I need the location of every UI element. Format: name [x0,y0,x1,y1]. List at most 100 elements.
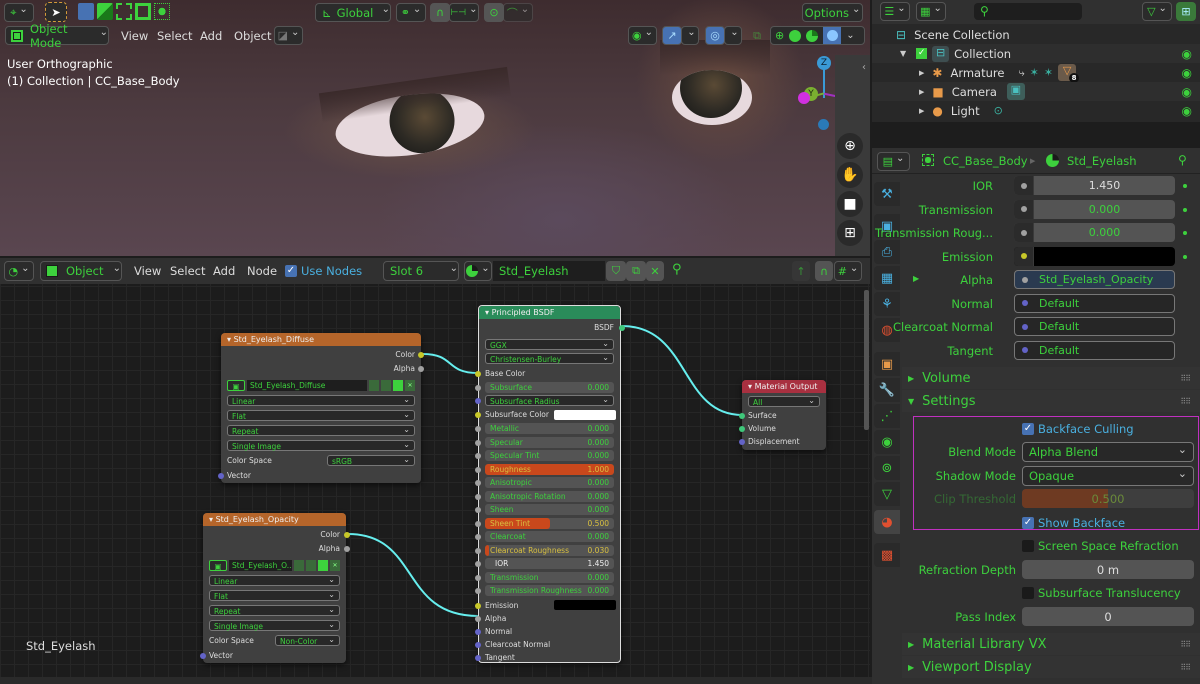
node-snap-dropdown[interactable]: # [834,261,862,281]
socket-specular-in[interactable] [475,439,481,446]
gizmo-neg-z-axis[interactable] [818,119,829,130]
drag-handle-icon[interactable]: ⠿⠿ [1180,640,1191,649]
overlay-dropdown[interactable] [724,26,742,45]
bsdf-field-ior[interactable]: IOR 1.450 [485,558,614,569]
sidebar-expand-arrow[interactable]: ‹ [862,62,866,73]
node-editor-type-button[interactable]: ◔ [4,261,34,281]
use-nodes-checkbox[interactable]: ✓ Use Nodes [285,264,362,278]
camera-view-button[interactable]: ■ [837,191,863,217]
socket-volume-in[interactable] [739,426,745,432]
keyframe-dot-icon[interactable] [1183,231,1187,235]
tab-constraints[interactable]: ⊚ [874,456,900,480]
pivot-point-dropdown[interactable]: ⚭ [396,3,426,22]
socket-subsurface-radius-in[interactable] [475,398,481,404]
socket-alpha-out[interactable] [418,366,424,372]
refraction-depth-field[interactable]: 0 m [1022,560,1194,579]
proportional-edit-toggle[interactable]: ⊙ [484,3,504,22]
socket-sheen-tint-in[interactable] [475,520,481,527]
socket-tangent-in[interactable] [475,655,481,661]
subsurface-field[interactable]: Subsurface 0.000 [485,382,614,393]
mode-dropdown[interactable]: Object Mode [5,22,109,50]
bsdf-field-clearcoat[interactable]: Clearcoat 0.000 [485,531,614,542]
socket-transmission-roughness-in[interactable] [475,588,481,594]
material-output-node[interactable]: ▾ Material Output All Surface Volume Dis… [739,380,826,450]
tab-modifiers[interactable]: 🔧 [874,378,900,402]
input-field-alpha[interactable]: Std_Eyelash_Opacity [1014,270,1175,289]
properties-editor-type-button[interactable]: ▤ [877,152,910,171]
color-space-dropdown[interactable]: Non-Color [275,635,340,646]
extension-dropdown[interactable]: Repeat [227,425,415,436]
outliner-row-armature[interactable]: ▶ ✱ Armature ⤷ ✶ ✶ ▽ 8 ◉ [872,63,1200,83]
image-fake-user-icon[interactable] [294,560,304,571]
mode-invert-icon[interactable] [135,3,151,20]
mode-subtract-icon[interactable] [116,3,132,20]
socket-normal-in[interactable] [475,629,481,635]
material-name-field[interactable]: Std_Eyelash [493,261,605,281]
mode-new-icon[interactable] [78,3,94,20]
bsdf-field-roughness[interactable]: Roughness 1.000 [485,463,614,475]
socket-alpha-in[interactable] [475,616,481,622]
bsdf-field-clearcoat-roughness[interactable]: Clearcoat Roughness 0.030 [485,544,614,556]
drag-handle-icon[interactable]: ⠿⠿ [1180,374,1191,383]
socket-transmission-in[interactable] [475,574,481,581]
bsdf-field-anisotropic[interactable]: Anisotropic 0.000 [485,477,614,488]
socket-icon[interactable] [1014,223,1034,242]
pose-icon[interactable]: ✶ [1030,66,1039,79]
bsdf-field-sheen-tint[interactable]: Sheen Tint 0.500 [485,517,614,529]
socket-color-out[interactable] [418,352,424,358]
light-data-icon[interactable]: ⊙ [994,104,1003,117]
socket-clearcoat-in[interactable] [475,534,481,540]
gizmo-toggle[interactable]: ↗ [662,26,682,45]
gpencil-dropdown[interactable]: ◪ [274,26,303,45]
properties-pin-icon[interactable]: ⚲ [1178,153,1187,167]
drag-handle-icon[interactable]: ⠿⠿ [1180,397,1191,406]
socket-sheen-in[interactable] [475,507,481,513]
options-dropdown[interactable]: Options [802,3,863,22]
outliner-row-camera[interactable]: ▶ ■ Camera ▣ ◉ [872,82,1200,101]
parent-node-tree-button[interactable]: ↑ [792,261,810,281]
subsurface-translucency-checkbox[interactable]: ✓Subsurface Translucency [1022,586,1181,600]
pass-index-field[interactable]: 0 [1022,607,1194,626]
bsdf-field-transmission-roughness[interactable]: Transmission Roughness 0.000 [485,585,614,596]
visibility-eye-icon[interactable]: ◉ [1182,47,1192,61]
outliner-row-light[interactable]: ▶ ● Light ⊙ ◉ [872,101,1200,120]
falloff-dropdown[interactable]: ⌒ [503,3,533,22]
gizmo-dropdown[interactable] [681,26,699,45]
socket-base-color-in[interactable] [475,371,481,377]
shader-node-editor[interactable] [0,258,870,684]
fake-user-button[interactable]: ⛉ [606,261,626,281]
tab-material[interactable]: ◕ [874,510,900,534]
zoom-view-button[interactable]: ⊕ [837,133,863,159]
tab-view-layer[interactable]: ▦ [874,266,900,290]
socket-icon[interactable] [1015,341,1035,360]
duplicate-material-button[interactable]: ⧉ [626,261,646,281]
3d-viewport[interactable]: ⌖ ➤ ⊾Global ⚭ ∩ ⊢⊣ ⊙ ⌒ Options Object Mo… [0,0,870,256]
source-dropdown[interactable]: Single Image [227,440,415,451]
rendered-shading-icon[interactable] [823,27,842,44]
tab-texture[interactable]: ▩ [874,543,900,567]
principled-bsdf-node[interactable]: ▾ Principled BSDF BSDF GGX Christensen-B… [475,305,625,663]
subsurface-method-dropdown[interactable]: Christensen-Burley [485,353,614,364]
socket-subsurface-in[interactable] [475,385,481,391]
socket-clearcoat-roughness-in[interactable] [475,547,481,554]
menu-add[interactable]: Add [200,29,222,43]
input-field-normal[interactable]: Default [1014,293,1175,313]
visibility-eye-icon[interactable]: ◉ [1182,85,1192,99]
input-field-tangent[interactable]: Default [1014,340,1175,360]
image-open-icon[interactable] [318,560,328,571]
pan-view-button[interactable]: ✋ [837,162,863,188]
outliner-row-collection[interactable]: ▼ ✓ ⊟ Collection ◉ [872,44,1200,63]
menu-object[interactable]: Object [234,29,271,43]
extension-dropdown[interactable]: Repeat [209,605,340,616]
socket-icon[interactable] [1015,317,1035,336]
image-browse-button[interactable]: ▣ [227,380,245,391]
image-unlink-icon[interactable]: ✕ [405,380,415,391]
snap-toggle[interactable]: ∩ [430,3,450,22]
mode-extend-icon[interactable] [97,3,113,20]
shader-type-dropdown[interactable]: Object [40,261,122,281]
new-collection-button[interactable]: ⊞ [1176,2,1196,21]
outliner-search-input[interactable]: ⚲ [974,3,1082,20]
socket-bsdf-out[interactable] [619,325,625,331]
bsdf-field-metallic[interactable]: Metallic 0.000 [485,423,614,434]
subsurface-color-swatch[interactable] [554,410,616,420]
